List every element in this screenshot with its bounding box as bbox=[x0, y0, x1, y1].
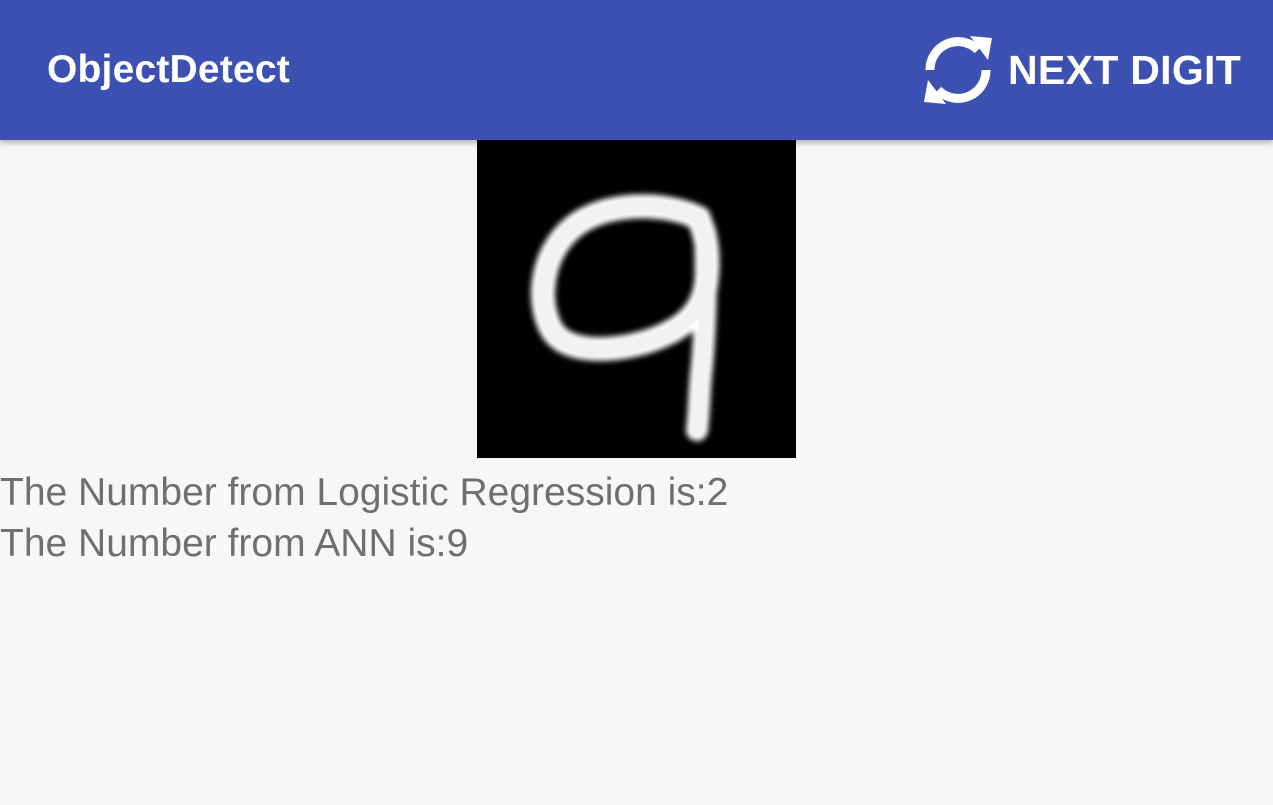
next-digit-label: NEXT DIGIT bbox=[1008, 46, 1242, 93]
handwritten-digit-nine bbox=[531, 194, 720, 441]
logistic-regression-result: The Number from Logistic Regression is:2 bbox=[0, 471, 729, 514]
ann-result: The Number from ANN is:9 bbox=[0, 522, 469, 565]
digit-image bbox=[477, 140, 796, 458]
next-digit-button[interactable]: NEXT DIGIT bbox=[912, 24, 1252, 116]
app-title: ObjectDetect bbox=[47, 48, 290, 91]
refresh-icon bbox=[924, 36, 992, 104]
app-bar: ObjectDetect NEXT DIGIT bbox=[0, 0, 1273, 140]
